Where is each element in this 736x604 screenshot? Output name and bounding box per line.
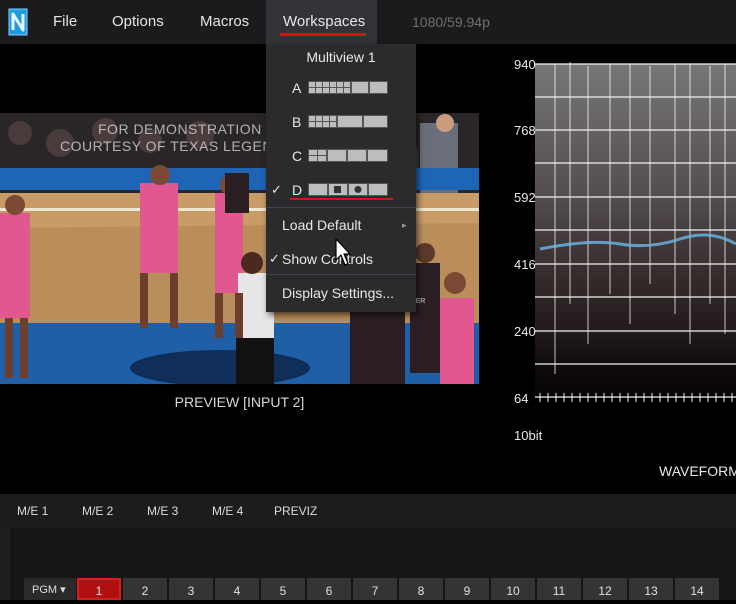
pgm-button-2[interactable]: 2 [123, 578, 167, 600]
load-default-label: Load Default [282, 217, 362, 233]
workspace-item-d[interactable]: ✓ D [266, 174, 416, 206]
tab-me4[interactable]: M/E 4 [212, 494, 243, 528]
menu-file[interactable]: File [53, 0, 77, 44]
waveform-bitdepth: 10bit [514, 428, 543, 443]
layout-b-icon [308, 115, 388, 128]
panel-left-strip [0, 528, 10, 600]
show-controls-check-icon: ✓ [269, 251, 280, 266]
pgm-button-13[interactable]: 13 [629, 578, 673, 600]
pgm-button-3[interactable]: 3 [169, 578, 213, 600]
layout-d-icon [308, 183, 388, 196]
waveform-title: WAVEFORM [659, 463, 736, 479]
menu-separator [266, 274, 416, 275]
pgm-button-8[interactable]: 8 [399, 578, 443, 600]
waveform-tick-64: 64 [514, 391, 529, 406]
pgm-button-10[interactable]: 10 [491, 578, 535, 600]
workspace-letter-d: D [292, 182, 303, 198]
pgm-button-6[interactable]: 6 [307, 578, 351, 600]
pgm-button-11[interactable]: 11 [537, 578, 581, 600]
load-default-item[interactable]: Load Default ▸ [266, 208, 416, 242]
workspace-letter-c: C [292, 148, 303, 164]
workspace-d-check-icon: ✓ [271, 182, 282, 197]
video-format-label: 1080/59.94p [412, 14, 490, 30]
pgm-button-4[interactable]: 4 [215, 578, 259, 600]
pgm-button-5[interactable]: 5 [261, 578, 305, 600]
workspace-item-b[interactable]: B [266, 106, 416, 138]
menu-workspaces[interactable]: Workspaces [266, 0, 377, 44]
waveform-tick-592: 592 [514, 190, 536, 205]
pgm-button-1[interactable]: 1 [77, 578, 121, 600]
workspace-letter-b: B [292, 114, 302, 130]
preview-overlay-line2: COURTESY OF TEXAS LEGEND [60, 138, 284, 154]
display-settings-item[interactable]: Display Settings... [266, 276, 416, 310]
app-logo-icon[interactable] [6, 7, 30, 37]
display-settings-label: Display Settings... [282, 285, 395, 301]
multiview-title: Multiview 1 [306, 49, 376, 65]
workspace-letter-a: A [292, 80, 302, 96]
tab-me3[interactable]: M/E 3 [147, 494, 178, 528]
waveform-tick-940: 940 [514, 57, 536, 72]
pgm-button-9[interactable]: 9 [445, 578, 489, 600]
waveform-tick-240: 240 [514, 324, 536, 339]
show-controls-label: Show Controls [282, 251, 374, 267]
submenu-arrow-icon: ▸ [402, 220, 407, 230]
menu-macros[interactable]: Macros [200, 0, 249, 44]
workspaces-underline [280, 33, 366, 36]
pgm-button-14[interactable]: 14 [675, 578, 719, 600]
tab-me1[interactable]: M/E 1 [17, 494, 48, 528]
preview-label: PREVIEW [INPUT 2] [174, 394, 305, 410]
pgm-button-12[interactable]: 12 [583, 578, 627, 600]
workspace-item-c[interactable]: C [266, 140, 416, 172]
workspace-d-underline [290, 198, 393, 200]
layout-c-icon [308, 149, 388, 162]
workspaces-dropdown: Multiview 1 A B C ✓ D Load Default ▸ ✓ S… [266, 44, 416, 312]
tab-me2[interactable]: M/E 2 [82, 494, 113, 528]
mouse-cursor-icon [335, 238, 351, 268]
waveform-tick-416: 416 [514, 257, 536, 272]
pgm-row-label[interactable]: PGM ▾ [24, 578, 76, 600]
waveform-tick-768: 768 [514, 123, 536, 138]
workspace-item-a[interactable]: A [266, 72, 416, 104]
preview-overlay-line1: FOR DEMONSTRATION P [98, 121, 277, 137]
tab-previz[interactable]: PREVIZ [274, 494, 317, 528]
layout-a-icon [308, 81, 388, 94]
menu-options[interactable]: Options [112, 0, 164, 44]
pgm-button-7[interactable]: 7 [353, 578, 397, 600]
